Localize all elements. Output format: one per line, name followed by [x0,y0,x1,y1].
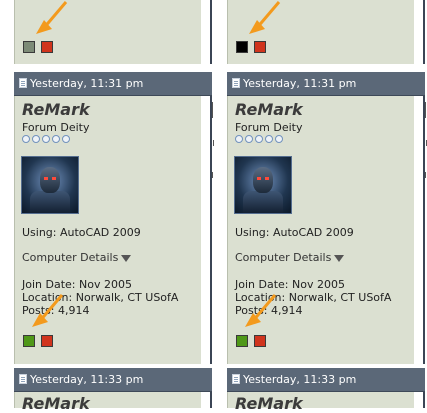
document-icon [232,78,240,88]
online-status-icon[interactable] [23,41,35,53]
post-column-left: Yesterday, 11:31 pm ReMark Forum Deity U… [14,0,212,413]
username-link-next[interactable]: ReMark [235,394,303,413]
using-text: Using: AutoCAD 2009 [235,226,354,239]
user-title: Forum Deity [22,121,90,134]
post-timestamp-next: Yesterday, 11:33 pm [30,373,144,386]
post-header-next: Yesterday, 11:33 pm [227,368,425,392]
offline-status-icon[interactable] [41,335,53,347]
computer-details-label: Computer Details [235,251,332,264]
computer-details-toggle[interactable]: Computer Details [235,251,345,264]
computer-details-label: Computer Details [22,251,119,264]
post-body-edge [425,172,426,178]
document-icon [19,374,27,384]
reputation-icon [22,135,70,143]
post-header: Yesterday, 11:31 pm [14,72,212,96]
post-header: Yesterday, 11:31 pm [227,72,425,96]
join-date: Join Date: Nov 2005 [22,278,132,291]
post-body-edge [212,172,213,178]
chevron-down-icon [121,254,132,262]
offline-status-icon[interactable] [254,41,266,53]
post-body-edge [213,140,214,146]
arrow-icon [36,1,68,34]
computer-details-toggle[interactable]: Computer Details [22,251,132,264]
online-status-icon[interactable] [23,335,35,347]
avatar[interactable] [21,156,79,214]
arrow-icon [32,294,64,327]
arrow-icon [245,294,277,327]
arrow-icon [249,1,281,34]
username-link[interactable]: ReMark [235,100,303,119]
chevron-down-icon [334,254,345,262]
post-timestamp: Yesterday, 11:31 pm [243,77,357,90]
offline-status-icon[interactable] [254,335,266,347]
online-status-icon[interactable] [236,41,248,53]
post-body-edge [212,102,213,118]
post-timestamp: Yesterday, 11:31 pm [30,77,144,90]
avatar[interactable] [234,156,292,214]
using-text: Using: AutoCAD 2009 [22,226,141,239]
username-link-next[interactable]: ReMark [22,394,90,413]
username-link[interactable]: ReMark [22,100,90,119]
document-icon [19,78,27,88]
reputation-icon [235,135,283,143]
offline-status-icon[interactable] [41,41,53,53]
user-title: Forum Deity [235,121,303,134]
post-column-right: Yesterday, 11:31 pm ReMark Forum Deity U… [227,0,425,413]
join-date: Join Date: Nov 2005 [235,278,345,291]
online-status-icon[interactable] [236,335,248,347]
document-icon [232,374,240,384]
post-header-next: Yesterday, 11:33 pm [14,368,212,392]
post-timestamp-next: Yesterday, 11:33 pm [243,373,357,386]
post-body-edge [425,102,426,118]
